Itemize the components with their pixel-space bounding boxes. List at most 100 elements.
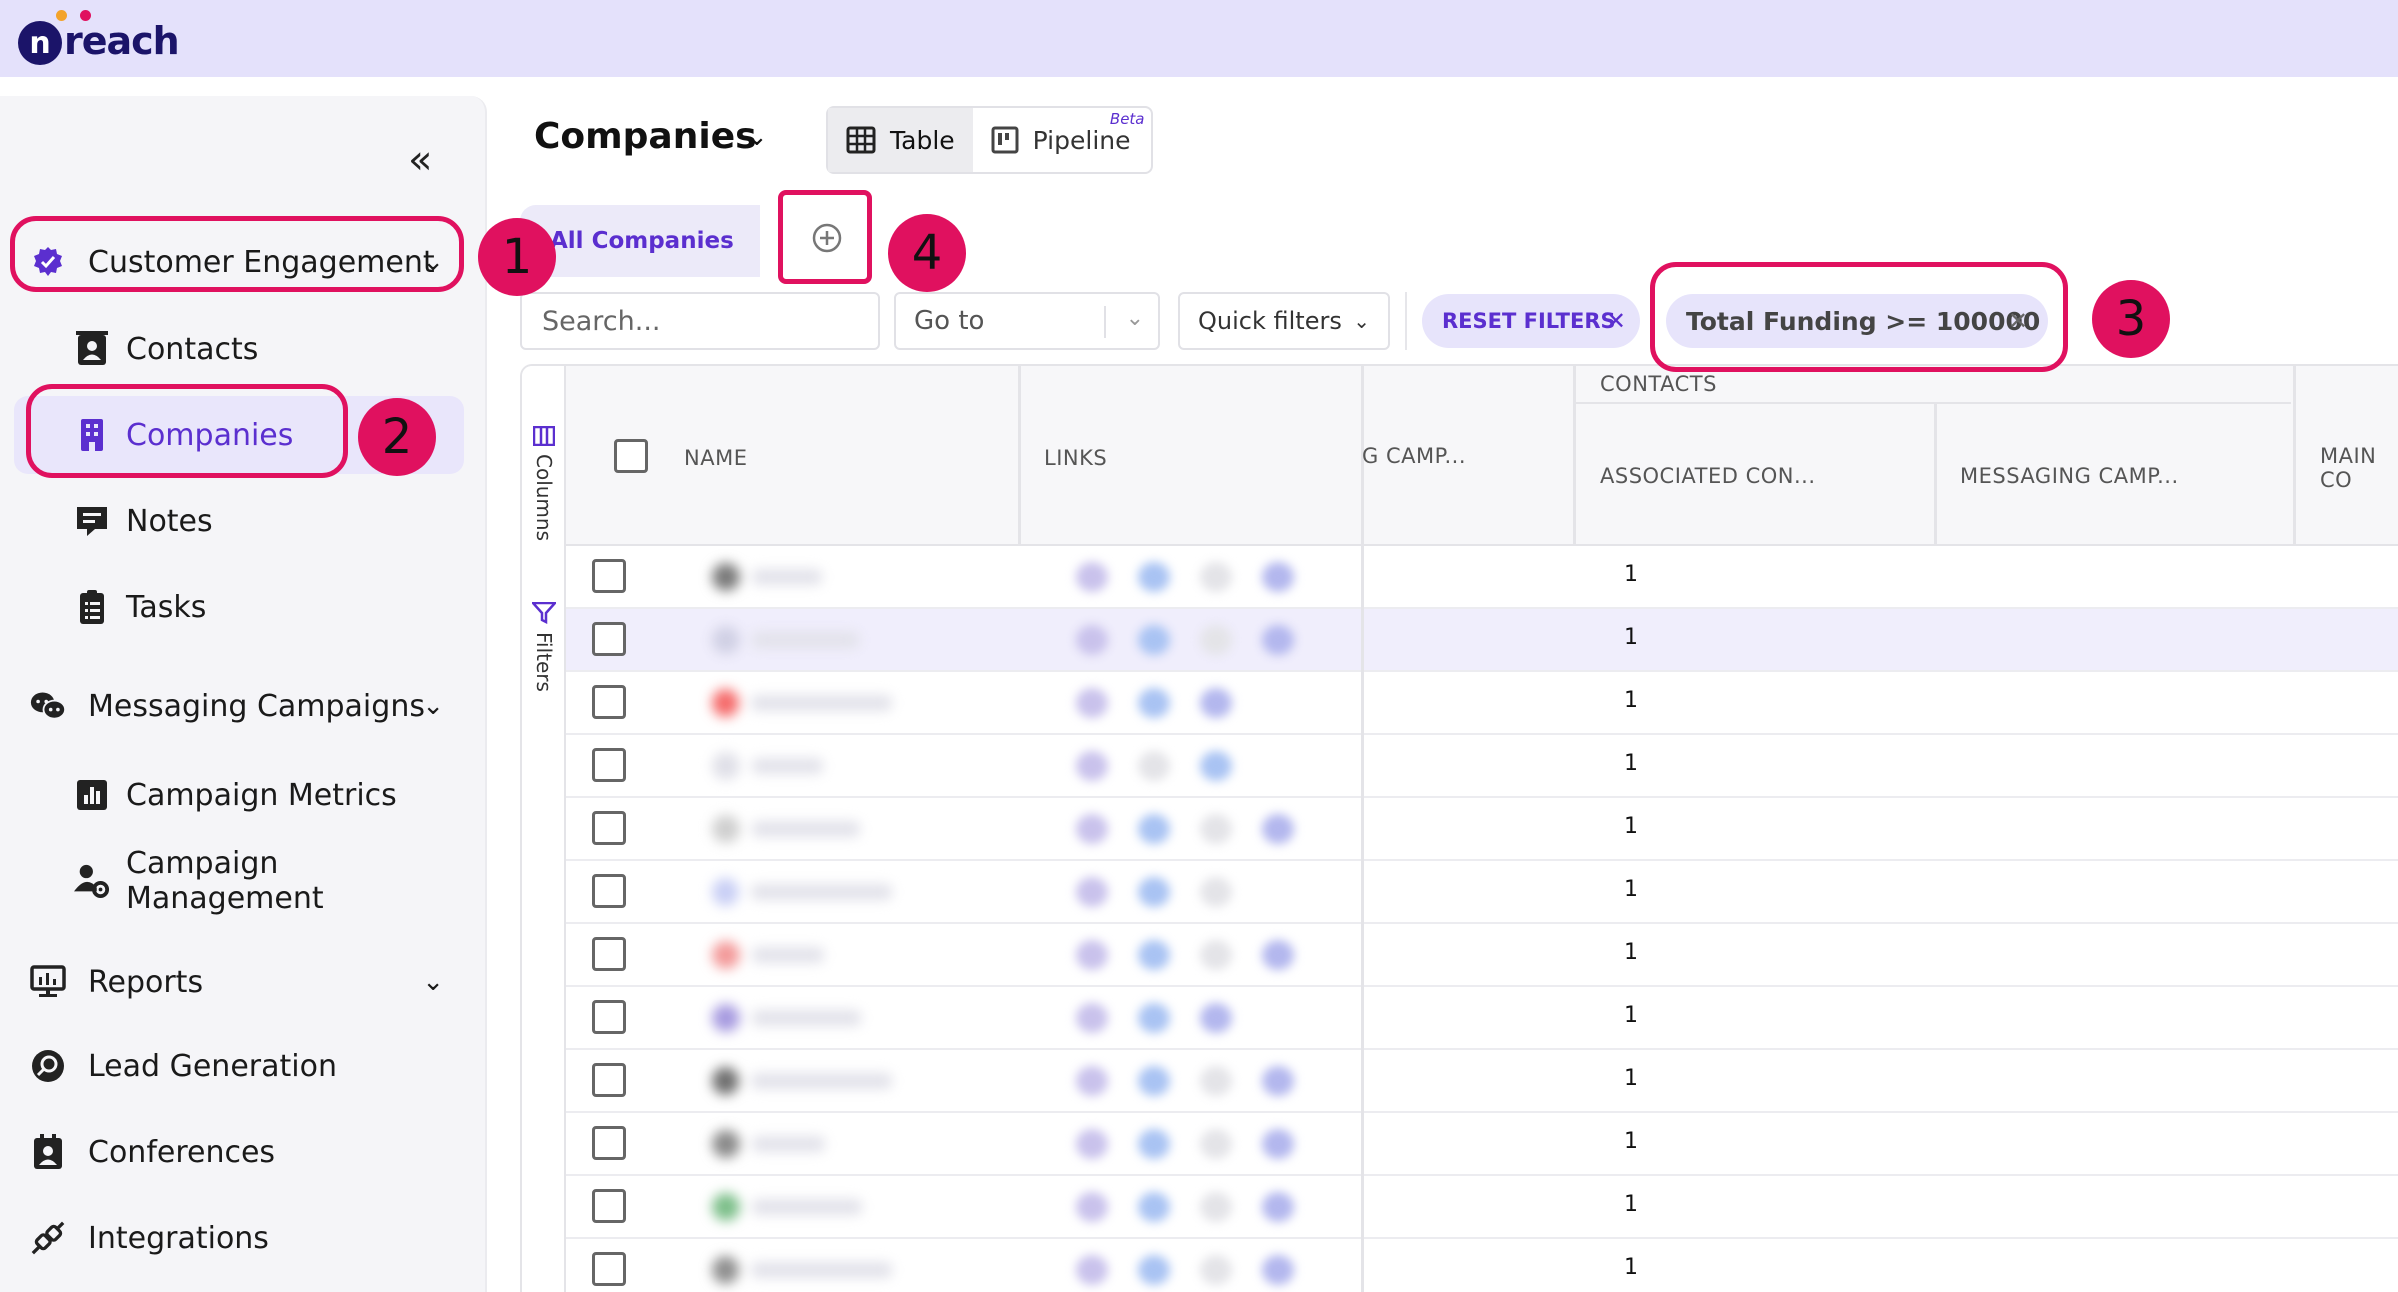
- company-name-redacted[interactable]: [712, 1127, 892, 1161]
- sidebar-item-campaign-metrics[interactable]: Campaign Metrics: [14, 756, 464, 834]
- row-checkbox[interactable]: [592, 685, 626, 719]
- column-header-messaging-campaigns[interactable]: MESSAGING CAMP...: [1960, 464, 2179, 488]
- column-header-associated-contacts[interactable]: ASSOCIATED CON...: [1600, 464, 1816, 488]
- company-links-redacted[interactable]: [1076, 940, 1324, 970]
- close-icon[interactable]: ✕: [1606, 307, 1626, 335]
- sidebar-item-tasks[interactable]: Tasks: [14, 568, 464, 646]
- bar-chart-icon: [74, 777, 110, 813]
- app-logo[interactable]: n reach: [18, 8, 180, 68]
- table-row[interactable]: 1: [566, 1050, 2398, 1113]
- filters-panel-button[interactable]: Filters: [522, 602, 566, 692]
- associated-contacts-count: 1: [1624, 1003, 1638, 1028]
- nav-group-lead-generation[interactable]: Lead Generation: [12, 1030, 464, 1102]
- page-title[interactable]: Companies: [534, 116, 757, 157]
- company-links-redacted[interactable]: [1076, 1129, 1324, 1159]
- reset-filters-button[interactable]: RESET FILTERS ✕: [1422, 294, 1640, 348]
- companies-table: Columns Filters NAME LINKS G CAMP... CON…: [520, 364, 2398, 1292]
- sidebar-item-campaign-management[interactable]: Campaign Management: [14, 842, 464, 920]
- table-row[interactable]: 1: [566, 1113, 2398, 1176]
- table-row[interactable]: 1: [566, 861, 2398, 924]
- chevron-down-icon: ⌄: [422, 967, 444, 997]
- row-checkbox[interactable]: [592, 748, 626, 782]
- collapse-sidebar-button[interactable]: «: [408, 140, 432, 180]
- nav-group-integrations[interactable]: Integrations: [12, 1202, 464, 1274]
- table-row[interactable]: 1: [566, 609, 2398, 672]
- row-checkbox[interactable]: [592, 559, 626, 593]
- row-checkbox[interactable]: [592, 1189, 626, 1223]
- search-input[interactable]: [520, 292, 880, 350]
- company-links-redacted[interactable]: [1076, 1255, 1324, 1285]
- table-row[interactable]: 1: [566, 735, 2398, 798]
- company-name-redacted[interactable]: [712, 749, 892, 783]
- chevron-down-icon[interactable]: ⌄: [746, 122, 768, 152]
- table-row[interactable]: 1: [566, 546, 2398, 609]
- associated-contacts-count: 1: [1624, 751, 1638, 776]
- row-checkbox[interactable]: [592, 1000, 626, 1034]
- row-checkbox[interactable]: [592, 1252, 626, 1286]
- column-header-campaign[interactable]: G CAMP...: [1362, 444, 1466, 468]
- column-divider[interactable]: [1934, 404, 1937, 546]
- column-divider[interactable]: [1573, 366, 1576, 546]
- column-divider[interactable]: [2293, 366, 2296, 546]
- company-links-redacted[interactable]: [1076, 814, 1324, 844]
- company-name-redacted[interactable]: [712, 812, 892, 846]
- company-name-redacted[interactable]: [712, 1064, 892, 1098]
- row-checkbox[interactable]: [592, 937, 626, 971]
- company-name-redacted[interactable]: [712, 1190, 892, 1224]
- table-row[interactable]: 1: [566, 798, 2398, 861]
- company-links-redacted[interactable]: [1076, 751, 1262, 781]
- column-divider[interactable]: [1018, 366, 1021, 546]
- nav-group-label: Integrations: [88, 1220, 269, 1256]
- company-links-redacted[interactable]: [1076, 688, 1262, 718]
- company-links-redacted[interactable]: [1076, 1192, 1324, 1222]
- row-checkbox[interactable]: [592, 1063, 626, 1097]
- company-name-redacted[interactable]: [712, 938, 892, 972]
- view-table-button[interactable]: Table: [828, 108, 973, 172]
- company-links-redacted[interactable]: [1076, 877, 1262, 907]
- sidebar-item-notes[interactable]: Notes: [14, 482, 464, 560]
- badge-icon: [30, 1134, 66, 1170]
- associated-contacts-count: 1: [1624, 625, 1638, 650]
- company-name-redacted[interactable]: [712, 686, 892, 720]
- associated-contacts-count: 1: [1624, 1129, 1638, 1154]
- nav-group-messaging-campaigns[interactable]: Messaging Campaigns ⌄: [12, 670, 464, 742]
- table-icon: [846, 126, 876, 154]
- table-row[interactable]: 1: [566, 1239, 2398, 1292]
- sidebar-item-contacts[interactable]: Contacts: [14, 310, 464, 388]
- company-name-redacted[interactable]: [712, 1001, 892, 1035]
- company-name-redacted[interactable]: [712, 1253, 892, 1287]
- company-links-redacted[interactable]: [1076, 1003, 1262, 1033]
- row-checkbox[interactable]: [592, 874, 626, 908]
- columns-icon: [533, 426, 555, 446]
- top-bar: n reach: [0, 0, 2398, 77]
- company-name-redacted[interactable]: [712, 875, 892, 909]
- table-row[interactable]: 1: [566, 924, 2398, 987]
- contact-card-icon: [74, 331, 110, 367]
- company-name-redacted[interactable]: [712, 623, 892, 657]
- tab-all-companies[interactable]: All Companies: [520, 205, 760, 277]
- company-links-redacted[interactable]: [1076, 625, 1324, 655]
- company-name-redacted[interactable]: [712, 560, 892, 594]
- table-row[interactable]: 1: [566, 987, 2398, 1050]
- quick-filters-button[interactable]: Quick filters ⌄: [1178, 292, 1390, 350]
- filters-label: Filters: [532, 632, 556, 692]
- row-checkbox[interactable]: [592, 622, 626, 656]
- row-checkbox[interactable]: [592, 1126, 626, 1160]
- column-header-main-contact[interactable]: MAIN CO: [2320, 444, 2398, 492]
- column-header-links[interactable]: LINKS: [1044, 446, 1107, 470]
- columns-panel-button[interactable]: Columns: [522, 426, 566, 541]
- table-row[interactable]: 1: [566, 1176, 2398, 1239]
- nav-group-label: Conferences: [88, 1134, 276, 1170]
- select-all-checkbox[interactable]: [614, 439, 648, 473]
- company-links-redacted[interactable]: [1076, 562, 1324, 592]
- column-header-name[interactable]: NAME: [684, 446, 747, 470]
- goto-select[interactable]: Go to ⌄: [894, 292, 1160, 350]
- nav-group-reports[interactable]: Reports ⌄: [12, 946, 464, 1018]
- nav-group-conferences[interactable]: Conferences: [12, 1116, 464, 1188]
- row-checkbox[interactable]: [592, 811, 626, 845]
- column-divider: [1361, 546, 1364, 1292]
- table-side-tools: Columns Filters: [522, 366, 566, 1292]
- table-row[interactable]: 1: [566, 672, 2398, 735]
- company-links-redacted[interactable]: [1076, 1066, 1324, 1096]
- view-pipeline-button[interactable]: Pipeline Beta: [973, 108, 1151, 172]
